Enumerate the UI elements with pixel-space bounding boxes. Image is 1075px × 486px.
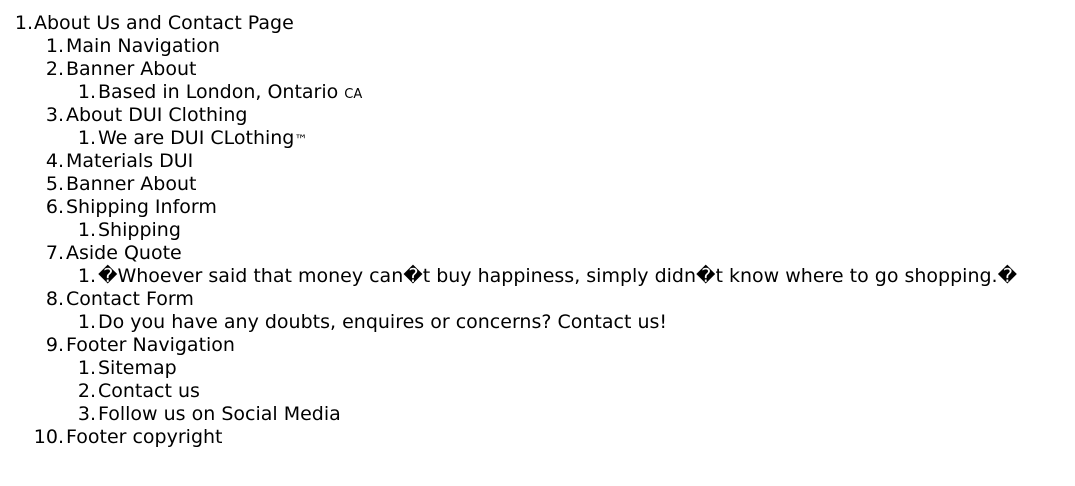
subsection-item: 1. Sitemap <box>0 357 1075 380</box>
section-item: 9. Footer Navigation <box>0 334 1075 357</box>
outline-title-row: 1. About Us and Contact Page <box>0 12 1075 35</box>
section-item: 2. Banner About <box>0 58 1075 81</box>
list-number: 9. <box>45 334 64 356</box>
section-label: About DUI Clothing <box>66 104 248 126</box>
page-outline: 1. About Us and Contact Page 1. Main Navi… <box>0 0 1075 449</box>
section-item: 6. Shipping Inform <box>0 196 1075 219</box>
list-number: 1. <box>77 265 96 287</box>
section-label: Contact Form <box>66 288 194 310</box>
subsection-text: �Whoever said that money can�t buy happi… <box>98 265 1018 287</box>
subsection-item: 1. Do you have any doubts, enquires or co… <box>0 311 1075 334</box>
section-item: 7. Aside Quote <box>0 242 1075 265</box>
list-number: 3. <box>45 104 64 126</box>
list-number: 4. <box>45 150 64 172</box>
list-number: 1. <box>45 35 64 57</box>
section-list: 1. Main Navigation 2. Banner About 1. Based i… <box>0 35 1075 449</box>
symbol-mark: CA <box>344 87 363 102</box>
subsection-text: Follow us on Social Media <box>98 403 341 425</box>
subsection-item: 1. Shipping <box>0 219 1075 242</box>
subsection-label: Follow us on Social Media <box>98 403 341 426</box>
subsection-text: Do you have any doubts, enquires or conc… <box>98 311 668 333</box>
subsection-item: 1. We are DUI CLothing™ <box>0 127 1075 150</box>
list-number: 10. <box>33 426 64 448</box>
symbol-mark: ™ <box>294 133 308 148</box>
subsection-label: Shipping <box>98 219 181 242</box>
subsection-item: 2. Contact us <box>0 380 1075 403</box>
subsection-label: �Whoever said that money can�t buy happi… <box>98 265 1017 288</box>
subsection-item: 1. Based in London, Ontario CA <box>0 81 1075 104</box>
list-number: 2. <box>45 58 64 80</box>
list-number: 1. <box>77 81 96 103</box>
page-title: About Us and Contact Page <box>34 12 294 34</box>
list-number: 3. <box>77 403 96 425</box>
section-item: 1. Main Navigation <box>0 35 1075 58</box>
section-item: 3. About DUI Clothing <box>0 104 1075 127</box>
section-label: Banner About <box>66 58 197 80</box>
section-item: 10. Footer copyright <box>0 426 1075 449</box>
subsection-text: Based in London, Ontario <box>98 81 345 103</box>
list-number: 1. <box>77 219 96 241</box>
subsection-text: Sitemap <box>98 357 177 379</box>
subsection-label: Contact us <box>98 380 200 403</box>
section-label: Aside Quote <box>66 242 182 264</box>
list-number: 2. <box>77 380 96 402</box>
section-label: Banner About <box>66 173 197 195</box>
list-number: 7. <box>45 242 64 264</box>
section-item: 4. Materials DUI <box>0 150 1075 173</box>
subsection-text: We are DUI CLothing <box>98 127 295 149</box>
section-label: Shipping Inform <box>66 196 217 218</box>
subsection-item: 1. �Whoever said that money can�t buy hap… <box>0 265 1075 288</box>
list-number: 1. <box>77 127 96 149</box>
list-number: 5. <box>45 173 64 195</box>
section-label: Footer Navigation <box>66 334 235 356</box>
subsection-item: 3. Follow us on Social Media <box>0 403 1075 426</box>
subsection-label: Do you have any doubts, enquires or conc… <box>98 311 667 334</box>
list-number: 1. <box>77 357 96 379</box>
subsection-label: Based in London, Ontario CA <box>98 81 362 106</box>
list-number: 1. <box>14 12 33 34</box>
section-label: Materials DUI <box>66 150 194 172</box>
subsection-label: Sitemap <box>98 357 177 380</box>
subsection-text: Shipping <box>98 219 181 241</box>
subsection-label: We are DUI CLothing™ <box>98 127 307 152</box>
section-label: Footer copyright <box>66 426 223 448</box>
section-label: Main Navigation <box>66 35 220 57</box>
section-item: 5. Banner About <box>0 173 1075 196</box>
subsection-text: Contact us <box>98 380 200 402</box>
list-number: 8. <box>45 288 64 310</box>
section-item: 8. Contact Form <box>0 288 1075 311</box>
list-number: 1. <box>77 311 96 333</box>
list-number: 6. <box>45 196 64 218</box>
